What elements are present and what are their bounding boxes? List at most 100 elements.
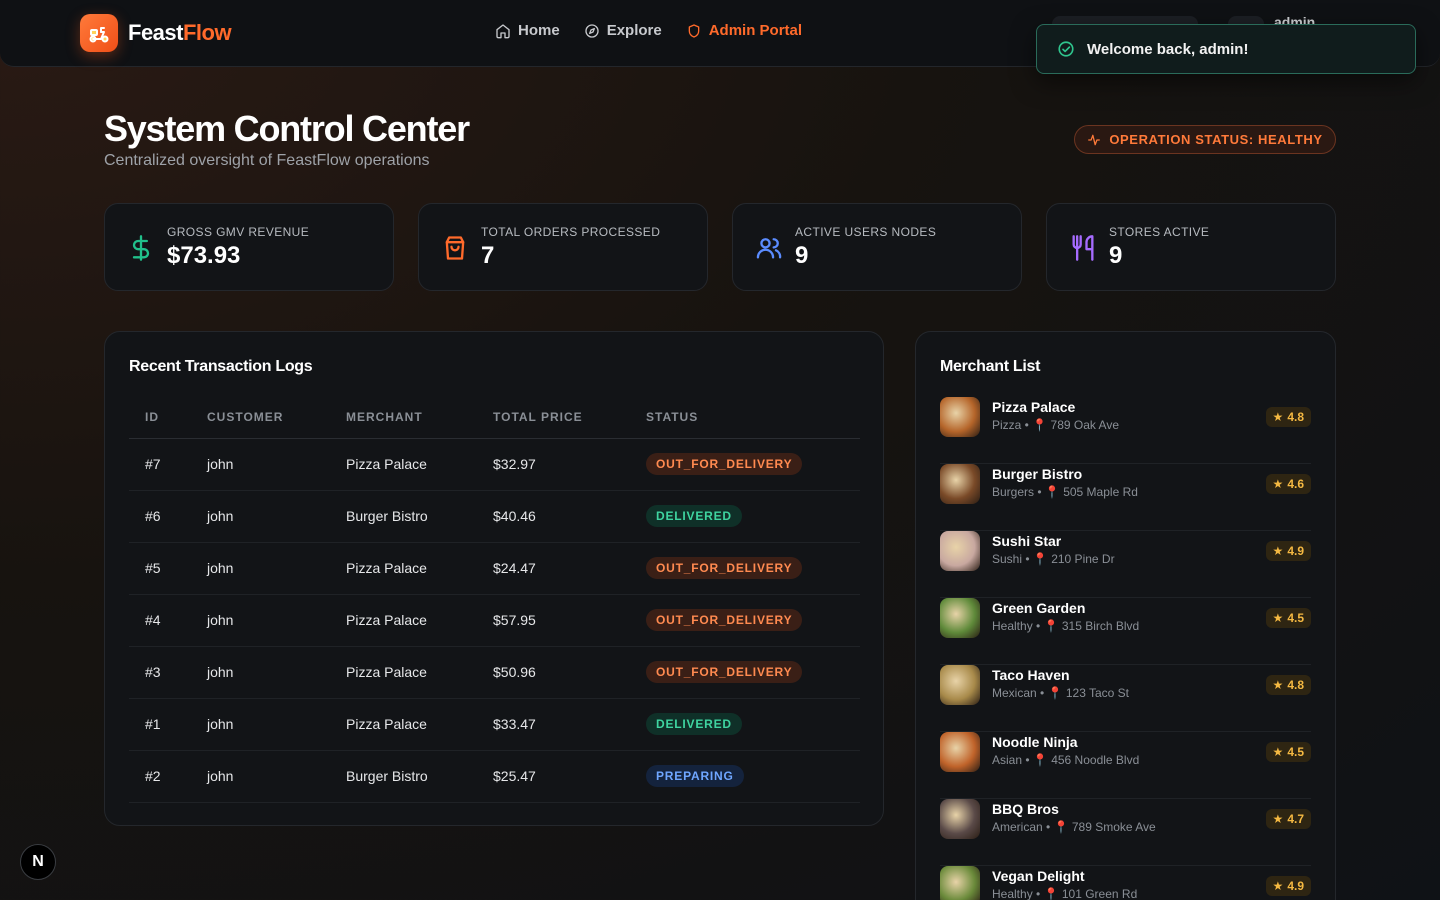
merchant-meta: Burgers • 📍 505 Maple Rd [992, 485, 1138, 499]
merchant-address: 789 Smoke Ave [1071, 820, 1156, 834]
cell-status: OUT_FOR_DELIVERY [646, 594, 860, 647]
pin-icon: 📍 [1043, 619, 1059, 633]
table-row[interactable]: #6 john Burger Bistro $40.46 DELIVERED [129, 490, 860, 543]
stat-label: STORES ACTIVE [1109, 225, 1210, 239]
table-row[interactable]: #3 john Pizza Palace $50.96 OUT_FOR_DELIVERY [129, 646, 860, 699]
merchant-address: 505 Maple Rd [1063, 485, 1138, 499]
stat-value: $73.93 [167, 242, 241, 269]
merchant-thumbnail [940, 732, 980, 772]
merchant-item[interactable]: Taco Haven Mexican • 📍 123 Taco St ★ 4.8 [940, 665, 1311, 732]
merchant-name: Pizza Palace [992, 399, 1076, 415]
cell-customer: john [207, 594, 346, 647]
col-merchant[interactable]: MERCHANT [346, 396, 493, 439]
merchant-item[interactable]: BBQ Bros American • 📍 789 Smoke Ave ★ 4.7 [940, 799, 1311, 866]
table-header-row: ID CUSTOMER MERCHANT TOTAL PRICE STATUS [129, 396, 860, 439]
merchant-address: 123 Taco St [1065, 686, 1130, 700]
merchant-name: Vegan Delight [992, 868, 1085, 884]
star-icon: ★ [1272, 879, 1284, 893]
cell-customer: john [207, 438, 346, 491]
rating-badge: ★ 4.8 [1265, 675, 1311, 695]
utensils-icon [1072, 235, 1094, 261]
scooter-icon [80, 14, 118, 52]
status-badge: OUT_FOR_DELIVERY [646, 557, 803, 579]
merchant-thumbnail [940, 598, 980, 638]
merchant-meta: Healthy • 📍 101 Green Rd [992, 887, 1138, 900]
transactions-title: Recent Transaction Logs [129, 358, 313, 375]
merchant-address: 315 Birch Blvd [1061, 619, 1140, 633]
table-row[interactable]: #2 john Burger Bistro $25.47 PREPARING [129, 750, 860, 803]
stat-card-orders: TOTAL ORDERS PROCESSED 7 [418, 203, 708, 291]
nav-admin-portal[interactable]: Admin Portal [686, 22, 802, 39]
merchant-item[interactable]: Vegan Delight Healthy • 📍 101 Green Rd ★ 4.… [940, 866, 1311, 900]
rating-value: 4.7 [1287, 812, 1304, 826]
stat-label: TOTAL ORDERS PROCESSED [481, 225, 661, 239]
col-status[interactable]: STATUS [646, 396, 860, 439]
devtools-badge[interactable]: N [20, 844, 56, 880]
merchant-thumbnail [940, 397, 980, 437]
merchant-title: Merchant List [940, 358, 1041, 375]
status-badge: OUT_FOR_DELIVERY [646, 453, 803, 475]
cell-id: #1 [129, 698, 207, 751]
merchant-cuisine: Mexican [992, 686, 1037, 700]
cell-status: OUT_FOR_DELIVERY [646, 542, 860, 595]
table-row[interactable]: #1 john Pizza Palace $33.47 DELIVERED [129, 698, 860, 751]
star-icon: ★ [1272, 544, 1284, 558]
status-badge: DELIVERED [646, 505, 742, 527]
cell-merchant: Pizza Palace [346, 438, 493, 491]
merchant-item[interactable]: Burger Bistro Burgers • 📍 505 Maple Rd ★ 4.… [940, 464, 1311, 531]
merchant-cuisine: Healthy [992, 887, 1033, 900]
merchant-address: 101 Green Rd [1061, 887, 1138, 900]
table-row[interactable]: #5 john Pizza Palace $24.47 OUT_FOR_DELIVERY [129, 542, 860, 595]
cell-status: PREPARING [646, 750, 860, 803]
rating-value: 4.8 [1287, 678, 1304, 692]
activity-icon [1088, 134, 1101, 145]
cell-price: $32.97 [493, 438, 646, 491]
merchant-item[interactable]: Green Garden Healthy • 📍 315 Birch Blvd ★ 4… [940, 598, 1311, 665]
cell-status: OUT_FOR_DELIVERY [646, 646, 860, 699]
rating-badge: ★ 4.5 [1265, 608, 1311, 628]
pin-icon: 📍 [1032, 552, 1048, 566]
page-subtitle: Centralized oversight of FeastFlow opera… [104, 152, 430, 169]
col-id[interactable]: ID [129, 396, 207, 439]
brand-logo[interactable]: FeastFlow [80, 14, 232, 52]
users-icon [756, 238, 782, 259]
merchant-item[interactable]: Pizza Palace Pizza • 📍 789 Oak Ave ★ 4.8 [940, 397, 1311, 464]
pin-icon: 📍 [1047, 686, 1063, 700]
col-total-price[interactable]: TOTAL PRICE [493, 396, 646, 439]
merchant-thumbnail [940, 531, 980, 571]
star-icon: ★ [1272, 678, 1284, 692]
status-badge: OUT_FOR_DELIVERY [646, 661, 803, 683]
cell-merchant: Burger Bistro [346, 490, 493, 543]
nav-explore[interactable]: Explore [584, 22, 662, 39]
cell-id: #4 [129, 594, 207, 647]
merchant-address: 789 Oak Ave [1050, 418, 1120, 432]
cell-merchant: Burger Bistro [346, 750, 493, 803]
merchant-cuisine: Pizza [992, 418, 1022, 432]
merchant-item[interactable]: Noodle Ninja Asian • 📍 456 Noodle Blvd ★ 4.… [940, 732, 1311, 799]
cell-merchant: Pizza Palace [346, 542, 493, 595]
transactions-table: ID CUSTOMER MERCHANT TOTAL PRICE STATUS … [129, 396, 860, 803]
cell-merchant: Pizza Palace [346, 594, 493, 647]
status-badge: DELIVERED [646, 713, 742, 735]
bag-icon [445, 236, 465, 260]
star-icon: ★ [1272, 477, 1284, 491]
welcome-toast[interactable]: Welcome back, admin! [1036, 24, 1416, 74]
cell-id: #7 [129, 438, 207, 491]
stat-card-users: ACTIVE USERS NODES 9 [732, 203, 1022, 291]
pin-icon: 📍 [1043, 887, 1059, 900]
pin-icon: 📍 [1032, 753, 1048, 767]
merchant-item[interactable]: Sushi Star Sushi • 📍 210 Pine Dr ★ 4.9 [940, 531, 1311, 598]
stat-label: GROSS GMV REVENUE [167, 225, 310, 239]
cell-merchant: Pizza Palace [346, 646, 493, 699]
nav-home-label: Home [518, 22, 560, 39]
col-customer[interactable]: CUSTOMER [207, 396, 346, 439]
table-row[interactable]: #4 john Pizza Palace $57.95 OUT_FOR_DELIVERY [129, 594, 860, 647]
merchant-meta: Mexican • 📍 123 Taco St [992, 686, 1130, 700]
nav-home[interactable]: Home [495, 22, 560, 39]
merchant-thumbnail [940, 665, 980, 705]
pin-icon: 📍 [1032, 418, 1048, 432]
stat-card-stores: STORES ACTIVE 9 [1046, 203, 1336, 291]
table-row[interactable]: #7 john Pizza Palace $32.97 OUT_FOR_DELIVERY [129, 438, 860, 491]
merchant-cuisine: Sushi [992, 552, 1023, 566]
star-icon: ★ [1272, 410, 1284, 424]
